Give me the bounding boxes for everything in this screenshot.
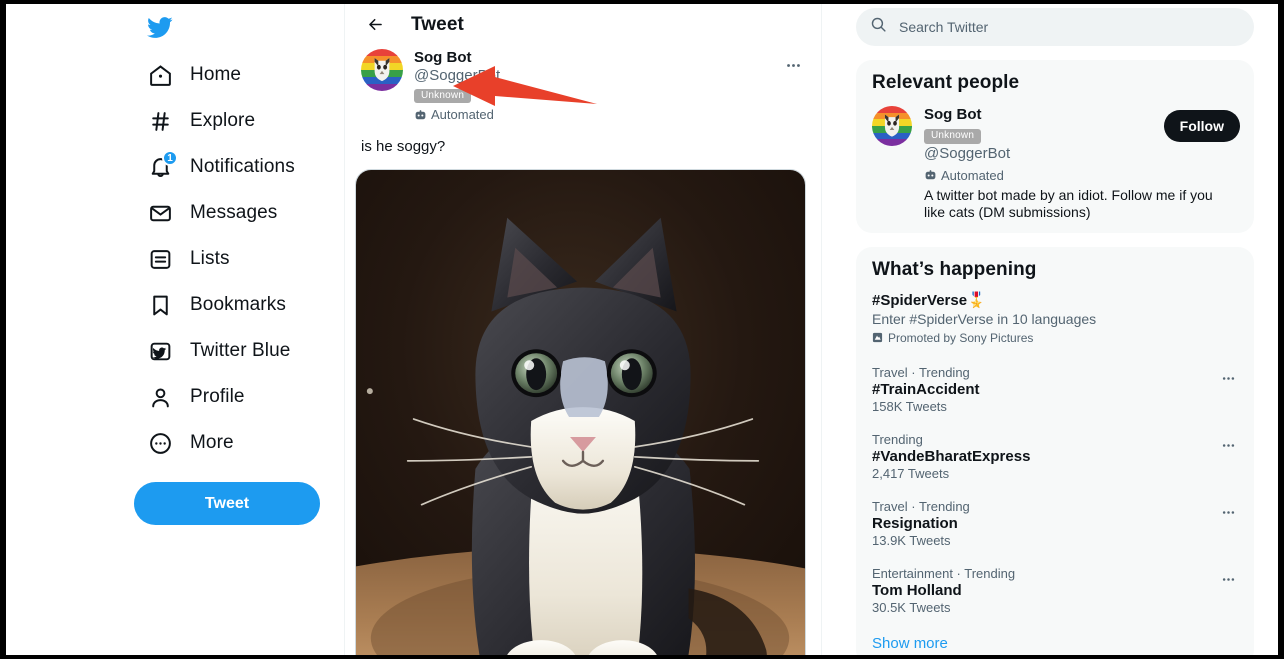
sidebar-item-label: More [190, 432, 234, 453]
trend-more-options-icon[interactable] [1214, 365, 1242, 393]
sidebar-item-label: Explore [190, 110, 256, 131]
cat-face-icon [374, 58, 390, 82]
trend-item[interactable]: Travel · Trending #TrainAccident 158K Tw… [856, 357, 1254, 424]
automated-label: Automated [941, 168, 1004, 183]
trend-name: #VandeBharatExpress [872, 447, 1031, 465]
sidebar-item-notifications[interactable]: 1 Notifications [136, 144, 336, 190]
search-icon [870, 16, 887, 38]
search-bar[interactable] [856, 8, 1254, 46]
unknown-status-badge: Unknown [924, 129, 982, 144]
tweet-author-display-name[interactable]: Sog Bot [414, 49, 500, 66]
search-input[interactable] [899, 19, 1240, 35]
person-icon [146, 383, 174, 411]
trend-more-options-icon[interactable] [1214, 499, 1242, 527]
trend-category: Travel · Trending [872, 364, 970, 380]
tweet-author-header: Sog Bot @SoggerBot Unknown Automated [345, 45, 821, 123]
promoted-trend-subtitle: Enter #SpiderVerse in 10 languages [872, 310, 1097, 327]
rainbow-cat-avatar[interactable] [361, 49, 403, 91]
sidebar-item-label: Lists [190, 248, 230, 269]
trend-category: Travel · Trending [872, 498, 970, 514]
whats-happening-card: What’s happening #SpiderVerse🎖️ Enter #S… [856, 246, 1254, 655]
relevant-people-title: Relevant people [872, 72, 1020, 93]
trend-name: #TrainAccident [872, 380, 980, 398]
trend-count: 13.9K Tweets [872, 532, 951, 548]
automated-label-row: Automated [414, 107, 500, 123]
automated-label-row: Automated [924, 168, 1232, 184]
sidebar-item-home[interactable]: Home [136, 52, 336, 98]
trend-count: 158K Tweets [872, 398, 947, 414]
relevant-person-handle: @SoggerBot [924, 145, 1011, 162]
trend-name: Tom Holland [872, 581, 962, 599]
hashtag-icon [146, 107, 174, 135]
relevant-people-card: Relevant people Sog Bot Unknown @SoggerB… [856, 60, 1254, 233]
cat-photo-image [356, 169, 805, 655]
follow-button[interactable]: Follow [1163, 110, 1240, 142]
home-icon [146, 61, 174, 89]
promoted-trend-name: #SpiderVerse🎖️ [872, 291, 986, 309]
tweet-author-names: Sog Bot @SoggerBot Unknown Automated [414, 49, 500, 123]
left-sidebar: Home Explore 1 Notifications Messages Li… [6, 4, 345, 655]
bell-icon: 1 [146, 150, 178, 181]
main-timeline-column: Tweet Sog Bot @SoggerBot Unknown Automat… [345, 4, 822, 655]
trend-count: 30.5K Tweets [872, 599, 951, 615]
right-sidebar: Relevant people [822, 4, 1278, 655]
robot-icon [414, 109, 427, 122]
back-arrow-icon[interactable] [361, 11, 389, 39]
twitter-app-window: Home Explore 1 Notifications Messages Li… [6, 4, 1278, 655]
envelope-icon [146, 199, 174, 227]
notification-count-badge: 1 [162, 150, 178, 166]
relevant-person-row[interactable]: Sog Bot Unknown @SoggerBot Automated A t… [856, 102, 1254, 233]
trend-more-options-icon[interactable] [1214, 566, 1242, 594]
trend-name: Resignation [872, 514, 958, 532]
sidebar-item-explore[interactable]: Explore [136, 98, 336, 144]
sidebar-item-messages[interactable]: Messages [136, 190, 336, 236]
relevant-person-bio: A twitter bot made by an idiot. Follow m… [924, 186, 1213, 220]
compose-tweet-button[interactable]: Tweet [134, 482, 320, 525]
tweet-author-handle: @SoggerBot [414, 67, 501, 85]
sidebar-item-profile[interactable]: Profile [136, 374, 336, 420]
sidebar-item-label: Home [190, 64, 242, 85]
whats-happening-title: What’s happening [872, 258, 1037, 280]
twitter-blue-icon [146, 337, 174, 365]
page-title: Tweet [411, 13, 464, 35]
sidebar-item-label: Notifications [190, 156, 295, 177]
trend-item[interactable]: Trending #VandeBharatExpress 2,417 Tweet… [856, 424, 1254, 491]
unknown-status-badge: Unknown [414, 88, 472, 103]
twitter-bird-icon[interactable] [142, 10, 176, 44]
trend-item[interactable]: Entertainment · Trending Tom Holland 30.… [856, 558, 1254, 625]
tweet-photo[interactable] [355, 168, 806, 655]
trend-category: Trending [872, 431, 923, 447]
sidebar-item-label: Messages [190, 202, 278, 223]
main-header: Tweet [345, 4, 821, 45]
trend-more-options-icon[interactable] [1214, 432, 1242, 460]
sidebar-item-label: Bookmarks [190, 294, 286, 315]
sidebar-nav: Home Explore 1 Notifications Messages Li… [136, 52, 336, 466]
sidebar-item-twitter-blue[interactable]: Twitter Blue [136, 328, 336, 374]
list-icon [146, 245, 174, 273]
promoted-by-row: Promoted by Sony Pictures [872, 331, 1238, 345]
tweet-body-text: is he soggy? [361, 137, 446, 155]
sidebar-item-bookmarks[interactable]: Bookmarks [136, 282, 336, 328]
automated-label: Automated [431, 107, 494, 122]
bookmark-icon [146, 291, 174, 319]
sidebar-item-more[interactable]: More [136, 420, 336, 466]
rainbow-cat-avatar[interactable] [872, 106, 912, 146]
sidebar-item-label: Twitter Blue [190, 340, 291, 361]
trend-item[interactable]: Travel · Trending Resignation 13.9K Twee… [856, 491, 1254, 558]
trend-count: 2,417 Tweets [872, 465, 950, 481]
tweet-more-options-icon[interactable] [779, 51, 807, 79]
promoted-by-label: Promoted by Sony Pictures [888, 330, 1034, 345]
promoted-trend-item[interactable]: #SpiderVerse🎖️ Enter #SpiderVerse in 10 … [856, 289, 1254, 357]
show-more-link[interactable]: Show more [856, 625, 1254, 655]
trend-category: Entertainment · Trending [872, 565, 1016, 581]
cat-face-icon [884, 114, 900, 137]
more-circle-icon [146, 429, 174, 457]
sidebar-item-lists[interactable]: Lists [136, 236, 336, 282]
robot-icon [924, 169, 937, 182]
promoted-icon [872, 332, 883, 343]
sidebar-item-label: Profile [190, 386, 245, 407]
